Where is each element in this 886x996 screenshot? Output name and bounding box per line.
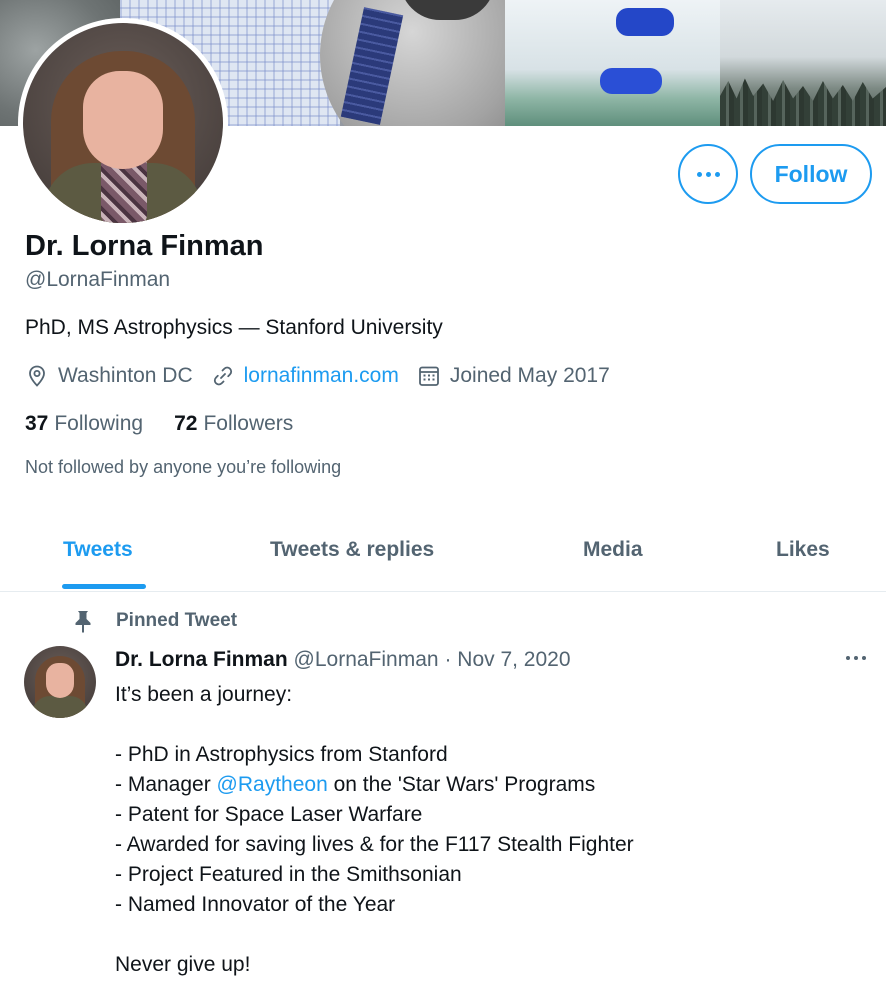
tweet-mention-link[interactable]: @Raytheon [217,773,328,796]
tweet-date[interactable]: Nov 7, 2020 [457,648,570,671]
follow-button[interactable]: Follow [750,144,872,204]
tweet-author-name[interactable]: Dr. Lorna Finman [115,648,288,671]
tweet-header: Dr. Lorna Finman @LornaFinman · Nov 7, 2… [115,648,571,672]
calendar-icon [418,366,439,386]
tweet-separator: · [444,648,452,671]
tweet-line: - Patent for Space Laser Warfare [115,803,423,826]
profile-avatar[interactable] [18,18,228,228]
profile-website[interactable]: lornafinman.com [211,364,399,388]
tweet-line: - Project Featured in the Smithsonian [115,863,462,886]
tab-likes[interactable]: Likes [776,538,830,562]
tab-tweets[interactable]: Tweets [63,538,133,562]
followers-label: Followers [203,412,294,435]
profile-handle: @LornaFinman [25,268,171,291]
tweet-line: - Named Innovator of the Year [115,893,396,916]
more-horizontal-icon [696,171,720,177]
avatar-face [83,71,163,169]
tweet-author-handle[interactable]: @LornaFinman [294,648,439,671]
avatar-face [46,663,74,698]
followers-count: 72 [174,412,198,435]
profile-bio: PhD, MS Astrophysics — Stanford Universi… [25,316,443,339]
avatar-photo [23,23,223,223]
location-pin-icon [29,365,45,387]
profile-meta: Washinton DC lornafinman.com Joined May … [25,362,628,390]
followers-count-link[interactable]: 72 Followers [174,412,293,436]
not-followed-notice: Not followed by anyone you’re following [25,457,342,477]
pinned-tweet-text: Pinned Tweet [116,610,238,631]
profile-joined: Joined May 2017 [417,364,610,388]
link-icon [213,366,232,386]
location-text: Washinton DC [58,364,193,387]
profile-page: Follow Dr. Lorna Finman @LornaFinman PhD… [0,0,886,996]
banner-glove [600,68,662,94]
profile-tabs: Tweets Tweets & replies Media Likes [0,508,886,592]
tweet-author-avatar[interactable] [24,646,96,718]
follow-counts: 37 Following 72 Followers [25,412,324,436]
profile-name: Dr. Lorna Finman [25,230,264,262]
tweet-line: Never give up! [115,953,251,976]
banner-glove [616,8,674,36]
following-count-link[interactable]: 37 Following [25,412,143,436]
tweet-line-prefix: - Manager [115,773,217,796]
avatar-jacket [32,696,88,718]
tweet-line: - Manager @Raytheon on the 'Star Wars' P… [115,770,634,800]
tab-tweets-replies[interactable]: Tweets & replies [270,538,434,562]
pin-icon [75,611,91,633]
more-options-button[interactable] [678,144,738,204]
active-tab-indicator [62,584,146,589]
banner-lab [505,0,720,126]
website-link[interactable]: lornafinman.com [244,364,399,388]
following-label: Following [54,412,144,435]
tweet-line: - PhD in Astrophysics from Stanford [115,743,448,766]
pinned-tweet-label: Pinned Tweet [72,608,237,634]
tab-media[interactable]: Media [583,538,643,562]
tweet-line: - Awarded for saving lives & for the F11… [115,833,634,856]
tweet-more-icon[interactable] [846,656,866,660]
following-count: 37 [25,412,49,435]
tweet-line: It’s been a journey: [115,683,293,706]
tweet-line-suffix: on the 'Star Wars' Programs [327,773,596,796]
profile-location: Washinton DC [25,364,193,388]
tweet-text: It’s been a journey: - PhD in Astrophysi… [115,680,634,980]
joined-text: Joined May 2017 [449,364,610,387]
